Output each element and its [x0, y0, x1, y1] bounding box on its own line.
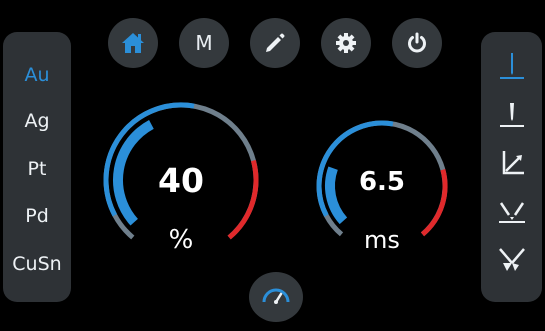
mode-1-button[interactable]: [481, 48, 542, 88]
memory-button[interactable]: M: [179, 18, 229, 68]
metal-option-pd[interactable]: Pd: [3, 205, 71, 227]
home-icon: [120, 31, 146, 55]
mode-2-icon: [498, 99, 526, 133]
mode-3-icon: [498, 147, 526, 181]
metal-option-pt[interactable]: Pt: [3, 158, 71, 180]
pencil-icon: [264, 32, 286, 54]
power-icon: [406, 32, 428, 54]
mode-3-button[interactable]: [481, 144, 542, 184]
metal-option-au[interactable]: Au: [3, 64, 71, 86]
edit-button[interactable]: [250, 18, 300, 68]
mode-5-button[interactable]: [481, 240, 542, 280]
mode-4-button[interactable]: [481, 192, 542, 232]
metal-option-ag[interactable]: Ag: [3, 110, 71, 132]
mode-2-button[interactable]: [481, 96, 542, 136]
mode-selector-panel: [481, 32, 542, 302]
duration-unit: ms: [364, 226, 400, 254]
mode-4-icon: [497, 195, 527, 229]
welding-control-screen: M Au Ag Pt Pd CuSn 40 % 6.5 ms: [0, 0, 545, 331]
power-value: 40: [158, 161, 204, 200]
gear-icon: [335, 32, 357, 54]
gauge-view-button[interactable]: [249, 272, 303, 322]
duration-gauge[interactable]: 6.5 ms: [306, 112, 458, 254]
mode-1-icon: [498, 51, 526, 85]
speedometer-icon: [261, 285, 291, 309]
metal-selector-panel: Au Ag Pt Pd CuSn: [3, 32, 71, 302]
home-button[interactable]: [108, 18, 158, 68]
power-gauge-limit-arc: [227, 159, 259, 240]
duration-value: 6.5: [358, 167, 406, 197]
mode-5-icon: [497, 243, 527, 277]
power-unit: %: [168, 225, 194, 255]
settings-button[interactable]: [321, 18, 371, 68]
metal-option-cusn[interactable]: CuSn: [3, 253, 71, 275]
power-button[interactable]: [392, 18, 442, 68]
power-gauge[interactable]: 40 %: [90, 100, 272, 255]
memory-label: M: [195, 31, 213, 55]
